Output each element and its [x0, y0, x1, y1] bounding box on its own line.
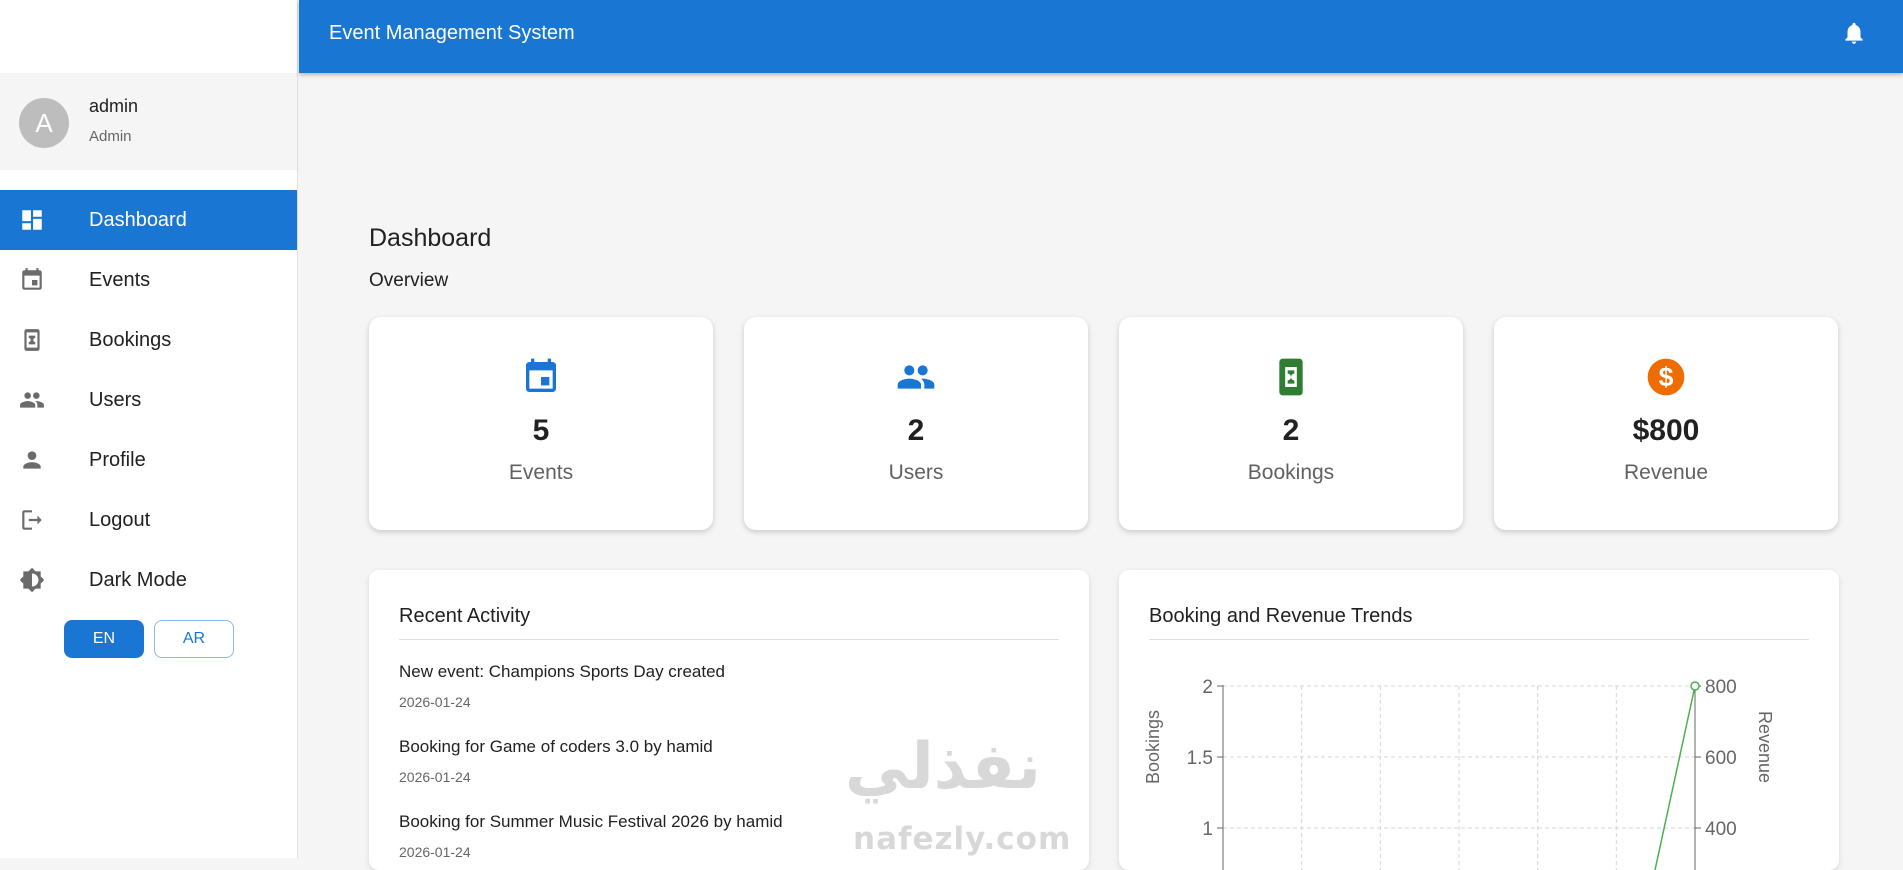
- stat-label: Users: [888, 461, 944, 484]
- sidebar-item-events[interactable]: Events: [0, 250, 297, 310]
- sidebar-item-label: Bookings: [89, 328, 172, 351]
- sidebar-item-label: Events: [89, 268, 151, 291]
- stat-card-bookings: 2 Bookings: [1119, 317, 1463, 530]
- trends-chart: 2 1.5 1 800 600 400 Bookings Revenue: [1143, 677, 1775, 870]
- user-profile-box: A admin Admin: [0, 73, 297, 170]
- calendar-icon: [19, 267, 45, 293]
- divider: [399, 639, 1059, 640]
- sidebar: A admin Admin Dashboard Events Bookings: [0, 0, 298, 858]
- sidebar-item-label: Logout: [89, 508, 151, 531]
- y-tick-label: 2: [1202, 677, 1213, 698]
- y-axis-label-right: Revenue: [1755, 711, 1775, 783]
- ticket-icon: [1271, 357, 1311, 397]
- y-axis-label-left: Bookings: [1143, 710, 1163, 784]
- y2-tick-label: 800: [1705, 677, 1737, 698]
- stat-value: 2: [907, 414, 925, 447]
- series-line-revenue: [1654, 685, 1696, 870]
- stat-value: $800: [1632, 414, 1700, 447]
- data-point-revenue[interactable]: [1690, 681, 1700, 691]
- stat-label: Bookings: [1247, 461, 1335, 484]
- activity-date: 2026-01-24: [399, 694, 471, 710]
- brightness-icon: [19, 567, 45, 593]
- sidebar-item-bookings[interactable]: Bookings: [0, 310, 297, 370]
- sidebar-item-label: Dashboard: [89, 208, 187, 231]
- people-icon: [19, 387, 45, 413]
- sidebar-item-label: Users: [89, 388, 142, 411]
- ticket-icon: [19, 327, 45, 353]
- user-name: admin: [89, 96, 139, 116]
- stat-value: 2: [1282, 414, 1300, 447]
- activity-date: 2026-01-24: [399, 769, 471, 785]
- people-icon: [896, 357, 936, 397]
- stat-card-revenue: $ $800 Revenue: [1494, 317, 1838, 530]
- sidebar-item-logout[interactable]: Logout: [0, 490, 297, 550]
- bell-icon[interactable]: [1841, 20, 1867, 46]
- avatar[interactable]: A: [19, 98, 69, 148]
- activity-text: Booking for Summer Music Festival 2026 b…: [399, 812, 783, 831]
- list-item: Booking for Game of coders 3.0 by hamid …: [399, 737, 713, 785]
- watermark-arabic: نفذلي: [845, 730, 1041, 804]
- watermark-latin: nafezly.com: [853, 821, 1072, 857]
- list-item: New event: Champions Sports Day created …: [399, 662, 725, 710]
- y-tick-label: 1: [1202, 819, 1213, 840]
- stat-card-users: 2 Users: [744, 317, 1088, 530]
- activity-text: Booking for Game of coders 3.0 by hamid: [399, 737, 713, 756]
- y2-tick-label: 400: [1705, 819, 1737, 840]
- page-subtitle: Overview: [369, 270, 449, 291]
- svg-text:$: $: [1659, 362, 1674, 392]
- language-ar-button[interactable]: AR: [154, 620, 234, 658]
- language-en-button[interactable]: EN: [64, 620, 144, 658]
- sidebar-item-dashboard[interactable]: Dashboard: [0, 190, 297, 250]
- person-icon: [19, 447, 45, 473]
- sidebar-item-users[interactable]: Users: [0, 370, 297, 430]
- stat-card-events: 5 Events: [369, 317, 713, 530]
- sidebar-item-label: Dark Mode: [89, 568, 187, 591]
- sidebar-item-dark-mode[interactable]: Dark Mode: [0, 550, 297, 610]
- y-tick-label: 1.5: [1187, 748, 1213, 769]
- sidebar-item-profile[interactable]: Profile: [0, 430, 297, 490]
- sidebar-nav: Dashboard Events Bookings Users Profile: [0, 190, 297, 610]
- logout-icon: [19, 507, 45, 533]
- stat-label: Revenue: [1623, 461, 1709, 484]
- page-title: Dashboard: [369, 224, 492, 252]
- dollar-icon: $: [1646, 357, 1686, 397]
- app-bar: Event Management System: [299, 0, 1903, 73]
- sidebar-item-label: Profile: [89, 448, 146, 471]
- trends-panel: Booking and Revenue Trends 2 1.5 1 800 600 4…: [1119, 570, 1839, 870]
- stat-label: Events: [508, 461, 574, 484]
- list-item: Booking for Summer Music Festival 2026 b…: [399, 812, 783, 860]
- dashboard-icon: [19, 207, 45, 233]
- stat-value: 5: [532, 414, 550, 447]
- y2-tick-label: 600: [1705, 748, 1737, 769]
- calendar-icon: [521, 357, 561, 397]
- app-title: Event Management System: [329, 22, 575, 44]
- panel-title: Recent Activity: [399, 605, 531, 627]
- user-role: Admin: [89, 128, 132, 145]
- activity-text: New event: Champions Sports Day created: [399, 662, 725, 681]
